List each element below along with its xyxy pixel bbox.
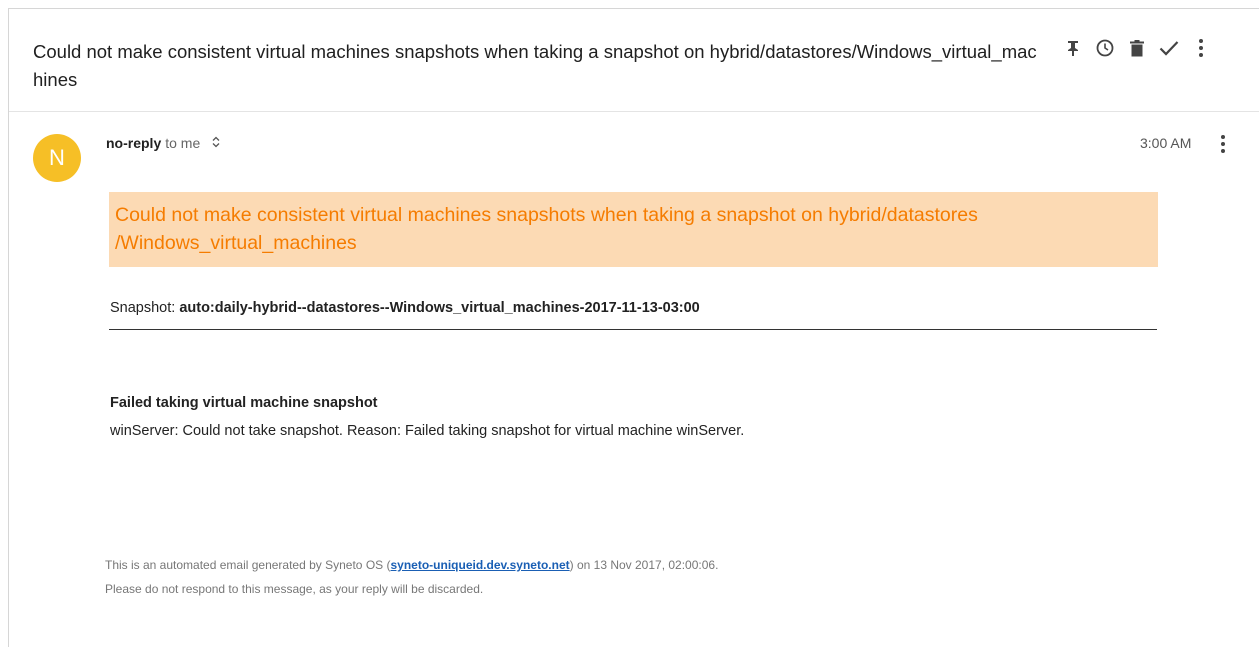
footer-suffix: ) on 13 Nov 2017, 02:00:06. (569, 558, 719, 572)
subject-header: Could not make consistent virtual machin… (9, 9, 1259, 112)
snooze-icon[interactable] (1089, 37, 1121, 59)
syneto-link[interactable]: syneto-uniqueid.dev.syneto.net (391, 558, 570, 572)
message-more-icon[interactable] (1211, 133, 1235, 155)
alert-banner: Could not make consistent virtual machin… (109, 192, 1158, 267)
email-footer: This is an automated email generated by … (105, 553, 718, 601)
email-view: Could not make consistent virtual machin… (8, 8, 1259, 647)
alert-banner-text: Could not make consistent virtual machin… (115, 204, 978, 254)
more-vert-icon[interactable] (1185, 37, 1217, 59)
footer-prefix: This is an automated email generated by … (105, 558, 391, 572)
snapshot-label: Snapshot: (110, 300, 180, 316)
expand-details-icon[interactable] (212, 136, 220, 151)
footer-line-2: Please do not respond to this message, a… (105, 582, 484, 596)
email-subject: Could not make consistent virtual machin… (33, 41, 1037, 90)
avatar[interactable]: N (33, 134, 81, 182)
sender-line: no-reply to me (106, 135, 220, 151)
done-icon[interactable] (1153, 37, 1185, 59)
delete-icon[interactable] (1121, 37, 1153, 59)
failure-message: winServer: Could not take snapshot. Reas… (110, 423, 745, 439)
pin-icon[interactable] (1057, 37, 1089, 59)
sender-name[interactable]: no-reply (106, 135, 161, 151)
recipient-label: to me (165, 135, 201, 151)
snapshot-value: auto:daily-hybrid--datastores--Windows_v… (179, 300, 700, 316)
email-toolbar (1057, 37, 1217, 59)
footer-line-1: This is an automated email generated by … (105, 553, 718, 577)
message-time: 3:00 AM (1140, 135, 1192, 151)
failure-title: Failed taking virtual machine snapshot (110, 395, 378, 411)
divider (109, 329, 1157, 330)
snapshot-line: Snapshot: auto:daily-hybrid--datastores-… (110, 300, 700, 316)
